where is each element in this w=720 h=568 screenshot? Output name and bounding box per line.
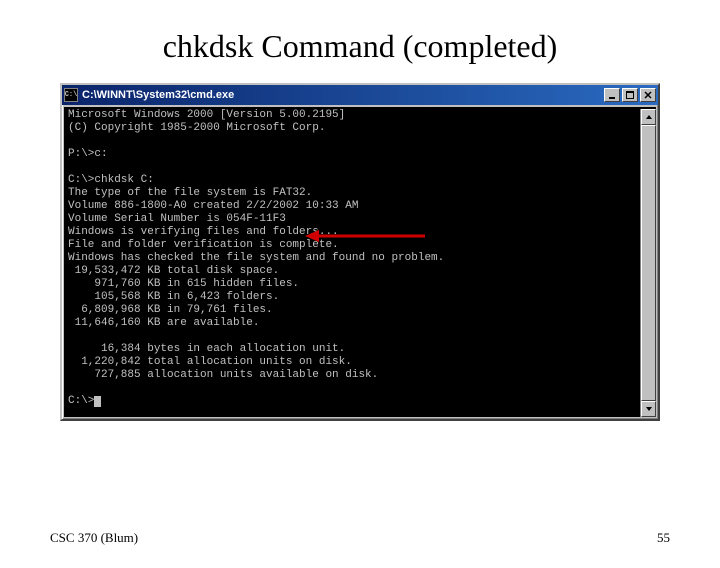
cmd-icon: C:\ <box>64 88 78 102</box>
cmd-window: C:\ C:\WINNT\System32\cmd.exe Microsoft … <box>60 83 660 421</box>
page-number: 55 <box>657 530 670 546</box>
vertical-scrollbar[interactable] <box>640 109 656 417</box>
terminal-container: Microsoft Windows 2000 [Version 5.00.219… <box>62 105 658 419</box>
scroll-up-button[interactable] <box>641 109 656 125</box>
footer-course: CSC 370 (Blum) <box>50 530 138 546</box>
terminal-output[interactable]: Microsoft Windows 2000 [Version 5.00.219… <box>64 107 656 417</box>
close-button[interactable] <box>640 88 656 102</box>
minimize-button[interactable] <box>604 88 620 102</box>
titlebar[interactable]: C:\ C:\WINNT\System32\cmd.exe <box>62 85 658 105</box>
scroll-thumb[interactable] <box>641 125 656 401</box>
maximize-button[interactable] <box>622 88 638 102</box>
slide-title: chkdsk Command (completed) <box>0 28 720 65</box>
scroll-track[interactable] <box>641 125 656 401</box>
window-title: C:\WINNT\System32\cmd.exe <box>82 89 600 101</box>
terminal-cursor <box>94 396 101 407</box>
scroll-down-button[interactable] <box>641 401 656 417</box>
window-controls <box>604 88 656 102</box>
